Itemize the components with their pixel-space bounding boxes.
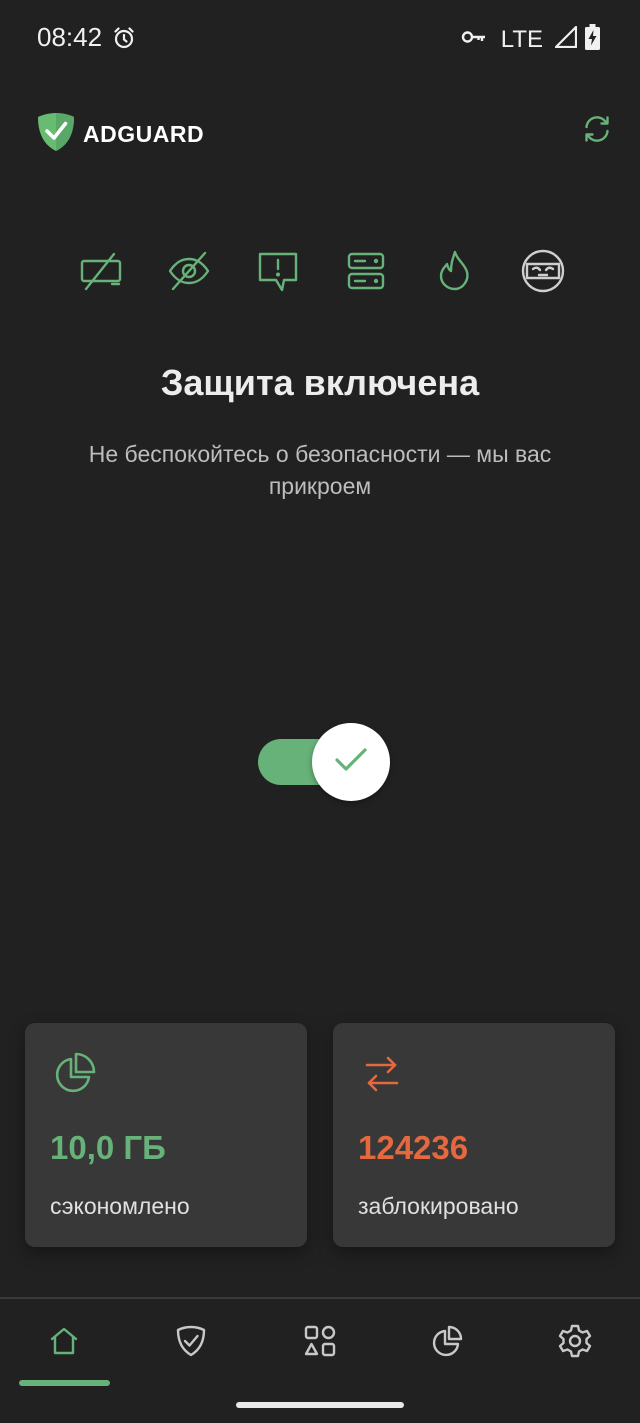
checkmark-icon <box>334 747 368 778</box>
protection-toggle[interactable] <box>258 723 392 801</box>
network-type: LTE <box>500 25 543 53</box>
annoyances-icon[interactable] <box>256 249 300 293</box>
nav-apps[interactable] <box>298 1321 342 1365</box>
blocked-requests-card[interactable]: 124236 заблокировано <box>333 1023 615 1247</box>
home-gesture-bar[interactable] <box>236 1402 404 1408</box>
pie-chart-icon <box>51 1051 97 1097</box>
adguard-logo: ADGUARD <box>37 112 204 157</box>
logo-text: ADGUARD <box>83 121 205 147</box>
app-header: ADGUARD <box>0 100 640 164</box>
stealth-mode-icon[interactable] <box>521 249 565 293</box>
transfer-arrows-icon <box>359 1051 405 1097</box>
alarm-icon <box>112 26 136 55</box>
home-icon <box>49 1326 79 1361</box>
nav-home[interactable] <box>42 1321 86 1365</box>
firewall-icon[interactable] <box>433 249 477 293</box>
saved-traffic-card[interactable]: 10,0 ГБ сэкономлено <box>25 1023 307 1247</box>
battery-charging-icon <box>585 24 600 55</box>
no-ads-icon[interactable] <box>79 249 123 293</box>
nav-statistics[interactable] <box>425 1321 469 1365</box>
blocked-requests-value: 124236 <box>358 1129 469 1166</box>
feature-icons-row <box>79 248 565 294</box>
bottom-navigation <box>0 1299 640 1389</box>
nav-settings[interactable] <box>553 1321 597 1365</box>
nav-protection[interactable] <box>169 1321 213 1365</box>
refresh-button[interactable] <box>580 114 614 148</box>
saved-traffic-label: сэкономлено <box>50 1193 190 1219</box>
toggle-knob <box>312 723 390 801</box>
dns-server-icon[interactable] <box>344 249 388 293</box>
blocked-requests-label: заблокировано <box>358 1193 519 1219</box>
status-time: 08:42 <box>37 22 103 52</box>
signal-icon <box>554 25 578 53</box>
settings-icon <box>558 1324 592 1363</box>
vpn-key-icon <box>461 29 487 50</box>
protection-status-subtitle: Не беспокойтесь о безопасности — мы вас … <box>88 441 552 499</box>
apps-icon <box>304 1325 336 1362</box>
shield-logo-icon <box>37 112 75 157</box>
protection-status-title: Защита включена <box>160 362 480 403</box>
status-indicators: LTE <box>461 24 600 55</box>
saved-traffic-value: 10,0 ГБ <box>50 1129 166 1166</box>
anti-tracking-icon[interactable] <box>167 249 211 293</box>
status-bar: 08:42 LTE <box>0 0 640 78</box>
active-tab-indicator <box>19 1380 110 1386</box>
refresh-icon <box>582 114 612 149</box>
protection-icon <box>175 1325 207 1362</box>
statistics-icon <box>431 1325 463 1362</box>
